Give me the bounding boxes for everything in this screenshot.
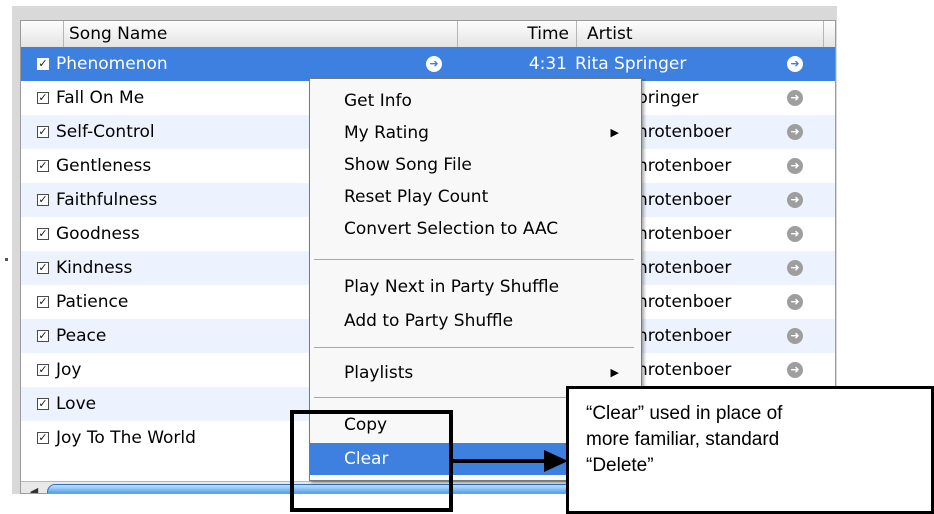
arrow-circle-right-icon[interactable]: ➜ bbox=[426, 56, 442, 72]
song-artist: hrotenboer bbox=[637, 258, 732, 278]
menu-item-label: Get Info bbox=[344, 91, 412, 111]
song-artist: hrotenboer bbox=[637, 156, 732, 176]
song-artist: hrotenboer bbox=[637, 326, 732, 346]
checkmark-icon[interactable]: ✓ bbox=[37, 398, 49, 410]
menu-item-get-info[interactable]: Get Info bbox=[310, 85, 641, 117]
menu-item-reset-play-count[interactable]: Reset Play Count bbox=[310, 181, 641, 213]
list-header: Song Name Time Artist bbox=[21, 21, 835, 48]
menu-item-show-song-file[interactable]: Show Song File bbox=[310, 149, 641, 181]
menu-item-label: Add to Party Shuffle bbox=[344, 311, 514, 331]
menu-item-label: Convert Selection to AAC bbox=[344, 219, 559, 239]
scroll-left-arrow-icon[interactable]: ◀ bbox=[25, 485, 43, 493]
checkmark-icon[interactable]: ✓ bbox=[37, 296, 49, 308]
song-name: Gentleness bbox=[56, 156, 152, 176]
song-name: Patience bbox=[56, 292, 129, 312]
song-name: Phenomenon bbox=[56, 54, 168, 74]
song-name: Self-Control bbox=[56, 122, 155, 142]
menu-item-play-next-party-shuffle[interactable]: Play Next in Party Shuffle bbox=[310, 271, 641, 303]
song-artist: hrotenboer bbox=[637, 190, 732, 210]
menu-item-convert-to-aac[interactable]: Convert Selection to AAC bbox=[310, 213, 641, 245]
song-artist: hrotenboer bbox=[637, 292, 732, 312]
song-name: Goodness bbox=[56, 224, 140, 244]
annotation-highlight-box bbox=[290, 410, 453, 512]
song-artist: pringer bbox=[637, 88, 699, 108]
arrow-circle-right-icon[interactable]: ➜ bbox=[787, 362, 803, 378]
checkmark-icon[interactable]: ✓ bbox=[37, 194, 49, 206]
annotation-arrow-head bbox=[544, 450, 568, 472]
menu-item-playlists[interactable]: Playlists ▶ bbox=[310, 357, 641, 389]
menu-item-label: Show Song File bbox=[344, 155, 472, 175]
menu-separator bbox=[314, 347, 634, 348]
song-artist: hrotenboer bbox=[637, 224, 732, 244]
checkmark-icon[interactable]: ✓ bbox=[37, 432, 49, 444]
arrow-circle-right-icon[interactable]: ➜ bbox=[787, 260, 803, 276]
arrow-circle-right-icon[interactable]: ➜ bbox=[787, 90, 803, 106]
song-name: Love bbox=[56, 394, 97, 414]
checkmark-icon[interactable]: ✓ bbox=[37, 160, 49, 172]
menu-item-label: Play Next in Party Shuffle bbox=[344, 277, 560, 297]
annotation-arrow bbox=[450, 450, 568, 472]
menu-item-label: My Rating bbox=[344, 123, 429, 143]
arrow-circle-right-icon[interactable]: ➜ bbox=[787, 56, 803, 72]
menu-item-add-to-party-shuffle[interactable]: Add to Party Shuffle bbox=[310, 305, 641, 337]
song-name: Kindness bbox=[56, 258, 133, 278]
arrow-circle-right-icon[interactable]: ➜ bbox=[787, 124, 803, 140]
annotation-line: “Delete” bbox=[586, 455, 654, 476]
menu-item-my-rating[interactable]: My Rating ▶ bbox=[310, 117, 641, 149]
menu-item-label: Playlists bbox=[344, 363, 414, 383]
arrow-circle-right-icon[interactable]: ➜ bbox=[787, 294, 803, 310]
resize-dot bbox=[5, 258, 8, 261]
checkmark-icon[interactable]: ✓ bbox=[37, 58, 49, 70]
checkmark-icon[interactable]: ✓ bbox=[37, 330, 49, 342]
song-name: Peace bbox=[56, 326, 107, 346]
song-artist: Rita Springer bbox=[575, 54, 687, 74]
song-name: Fall On Me bbox=[56, 88, 145, 108]
header-check-column[interactable] bbox=[21, 21, 63, 47]
menu-separator bbox=[314, 259, 634, 260]
header-time[interactable]: Time bbox=[461, 21, 569, 47]
checkmark-icon[interactable]: ✓ bbox=[37, 92, 49, 104]
arrow-circle-right-icon[interactable]: ➜ bbox=[787, 226, 803, 242]
song-time: 4:31 bbox=[528, 54, 567, 74]
triangle-right-icon: ▶ bbox=[610, 126, 619, 139]
checkmark-icon[interactable]: ✓ bbox=[37, 228, 49, 240]
song-name: Joy bbox=[56, 360, 82, 380]
header-song-name[interactable]: Song Name bbox=[69, 21, 459, 47]
annotation-callout: “Clear” used in place of more familiar, … bbox=[566, 386, 934, 514]
arrow-circle-right-icon[interactable]: ➜ bbox=[787, 158, 803, 174]
header-divider bbox=[823, 21, 824, 47]
arrow-circle-right-icon[interactable]: ➜ bbox=[787, 192, 803, 208]
header-divider bbox=[576, 21, 577, 47]
table-row[interactable]: ✓ Phenomenon ➜ 4:31 Rita Springer ➜ bbox=[21, 47, 835, 81]
header-divider bbox=[457, 21, 458, 47]
song-artist: hrotenboer bbox=[637, 360, 732, 380]
menu-item-label: Reset Play Count bbox=[344, 187, 489, 207]
arrow-circle-right-icon[interactable]: ➜ bbox=[787, 328, 803, 344]
annotation-line: more familiar, standard bbox=[586, 429, 780, 450]
triangle-right-icon: ▶ bbox=[610, 366, 619, 379]
checkmark-icon[interactable]: ✓ bbox=[37, 364, 49, 376]
song-name: Faithfulness bbox=[56, 190, 158, 210]
header-divider bbox=[63, 21, 64, 47]
checkmark-icon[interactable]: ✓ bbox=[37, 126, 49, 138]
song-artist: hrotenboer bbox=[637, 122, 732, 142]
checkmark-icon[interactable]: ✓ bbox=[37, 262, 49, 274]
header-artist[interactable]: Artist bbox=[587, 21, 817, 47]
song-name: Joy To The World bbox=[56, 428, 196, 448]
annotation-line: “Clear” used in place of bbox=[586, 403, 783, 424]
